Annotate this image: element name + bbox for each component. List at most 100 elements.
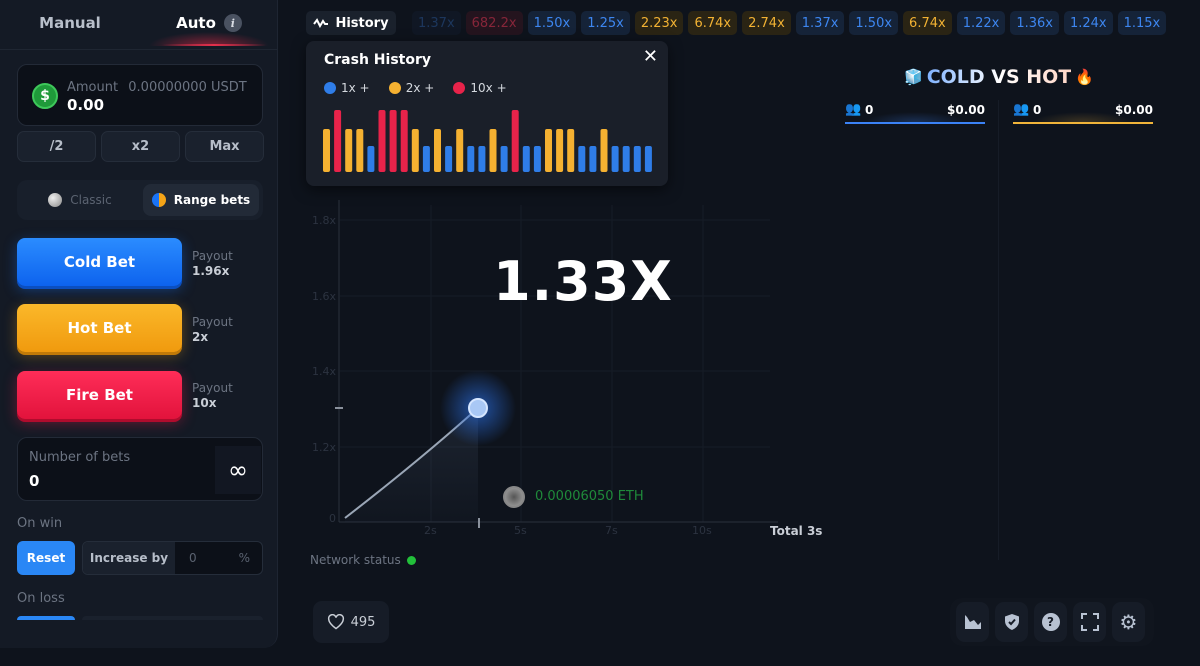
crash-bar-1x xyxy=(611,146,619,172)
wave-icon xyxy=(313,18,329,28)
history-chip[interactable]: 1.36x xyxy=(1010,11,1059,35)
hot-team-stats: 👥 0 $0.00 xyxy=(1013,100,1153,124)
legend-dot xyxy=(453,82,466,94)
ice-icon: 🧊 xyxy=(904,68,923,86)
payout-label: Payout xyxy=(192,381,233,395)
history-chip[interactable]: 2.74x xyxy=(742,11,791,35)
crash-bar-2x xyxy=(556,129,564,172)
fullscreen-icon xyxy=(1080,613,1099,631)
on-loss-reset-button[interactable] xyxy=(17,616,75,620)
amount-balance: 0.00000000 USDT xyxy=(128,80,247,95)
crash-bar-1x xyxy=(522,146,530,172)
crash-bar-1x xyxy=(533,146,541,172)
crash-bar-2x xyxy=(489,129,497,172)
crash-bar-1x xyxy=(578,146,586,172)
chart-icon xyxy=(964,615,981,629)
on-loss-increase-group[interactable] xyxy=(82,616,263,620)
settings-button[interactable]: ⚙ xyxy=(1112,602,1145,642)
history-chip[interactable]: 1.50x xyxy=(527,11,577,35)
mode-classic[interactable]: Classic xyxy=(21,184,139,216)
crash-bar-10x xyxy=(389,110,397,172)
total-time: Total 3s xyxy=(770,524,823,538)
on-loss-label: On loss xyxy=(17,591,65,606)
fairness-button[interactable] xyxy=(995,602,1028,642)
history-chip[interactable]: 1.15x xyxy=(1117,11,1167,35)
fullscreen-button[interactable] xyxy=(1073,602,1106,642)
legend-1x: 1x + xyxy=(324,81,370,95)
crash-bar-10x xyxy=(400,110,408,172)
payout-label: Payout xyxy=(192,249,233,263)
crash-bar-1x xyxy=(478,146,486,172)
crash-bar-2x xyxy=(545,129,552,172)
crash-bar-10x xyxy=(511,110,519,172)
crash-bar-10x xyxy=(378,110,386,172)
crash-bar-1x xyxy=(644,146,652,172)
max-button[interactable]: Max xyxy=(185,131,264,162)
like-button[interactable]: 495 xyxy=(313,601,389,643)
users-icon: 👥 xyxy=(845,102,862,117)
hot-bet-button[interactable]: Hot Bet xyxy=(17,304,182,352)
history-chip[interactable]: 1.25x xyxy=(581,11,630,35)
crash-bar-2x xyxy=(323,129,330,172)
legend-10x: 10x + xyxy=(453,81,507,95)
on-win-value[interactable]: 0 xyxy=(189,551,197,565)
crash-bar-2x xyxy=(345,129,353,172)
crash-bar-1x xyxy=(467,146,475,172)
current-point xyxy=(468,398,488,418)
crash-bar-2x xyxy=(456,129,464,172)
tab-auto[interactable]: Auto i xyxy=(140,0,278,46)
infinite-bets-button[interactable]: ∞ xyxy=(215,446,261,494)
fire-icon: 🔥 xyxy=(1075,68,1094,86)
history-chip[interactable]: 1.37x xyxy=(412,11,461,35)
crash-history-title: Crash History xyxy=(324,52,431,68)
bet-panel: Manual Auto i $ Amount 0.00000000 USDT 0.… xyxy=(0,0,278,648)
crash-bar-2x xyxy=(434,129,441,172)
history-button[interactable]: History xyxy=(306,11,396,35)
chart-button[interactable] xyxy=(956,602,989,642)
close-icon[interactable]: ✕ xyxy=(643,46,658,67)
crash-history-legend: 1x + 2x + 10x + xyxy=(324,79,521,98)
crash-bar-10x xyxy=(334,110,342,172)
crash-bar-2x xyxy=(600,129,608,172)
history-chip[interactable]: 1.22x xyxy=(956,11,1006,35)
history-chip[interactable]: 1.24x xyxy=(1063,11,1113,35)
double-button[interactable]: x2 xyxy=(101,131,180,162)
history-chip[interactable]: 2.23x xyxy=(634,11,684,35)
mode-range-bets[interactable]: Range bets xyxy=(143,184,259,216)
fire-payout: 10x xyxy=(192,396,217,410)
legend-2x: 2x + xyxy=(388,81,434,95)
amount-label: Amount xyxy=(67,80,119,95)
crash-bar-2x xyxy=(411,129,419,172)
history-chip[interactable]: 682.2x xyxy=(465,11,523,35)
history-chip[interactable]: 6.74x xyxy=(688,11,738,35)
on-win-label: On win xyxy=(17,516,63,531)
history-chip[interactable]: 6.74x xyxy=(903,11,952,35)
crash-bar-1x xyxy=(633,146,641,172)
tab-manual[interactable]: Manual xyxy=(0,0,140,46)
half-button[interactable]: /2 xyxy=(17,131,96,162)
crash-bar-1x xyxy=(367,146,375,172)
number-of-bets-value[interactable]: 0 xyxy=(29,472,39,490)
info-icon[interactable]: i xyxy=(223,14,242,32)
payout-label: Payout xyxy=(192,315,233,329)
fire-bet-button[interactable]: Fire Bet xyxy=(17,371,182,419)
hot-amount: $0.00 xyxy=(1115,103,1153,117)
cold-bet-button[interactable]: Cold Bet xyxy=(17,238,182,286)
player-bet-amount: 0.00006050 ETH xyxy=(535,489,644,504)
help-button[interactable]: ? xyxy=(1034,602,1067,642)
number-of-bets-field[interactable]: Number of bets 0 ∞ xyxy=(17,437,263,501)
amount-field[interactable]: $ Amount 0.00000000 USDT 0.00 xyxy=(17,64,263,126)
on-win-reset-button[interactable]: Reset xyxy=(17,541,75,575)
history-chip[interactable]: 1.50x xyxy=(849,11,899,35)
cold-team-stats: 👥 0 $0.00 xyxy=(845,100,985,124)
legend-dot xyxy=(324,82,336,94)
amount-value[interactable]: 0.00 xyxy=(67,96,104,114)
number-of-bets-label: Number of bets xyxy=(29,450,131,465)
history-chip[interactable]: 1.37x xyxy=(795,11,845,35)
cold-payout: 1.96x xyxy=(192,264,230,278)
x-tick: 5s xyxy=(514,524,527,537)
on-win-increase-button[interactable]: Increase by xyxy=(83,542,175,574)
help-icon: ? xyxy=(1041,613,1060,631)
multiplier-graph xyxy=(335,200,778,528)
dollar-coin-icon: $ xyxy=(32,83,58,109)
